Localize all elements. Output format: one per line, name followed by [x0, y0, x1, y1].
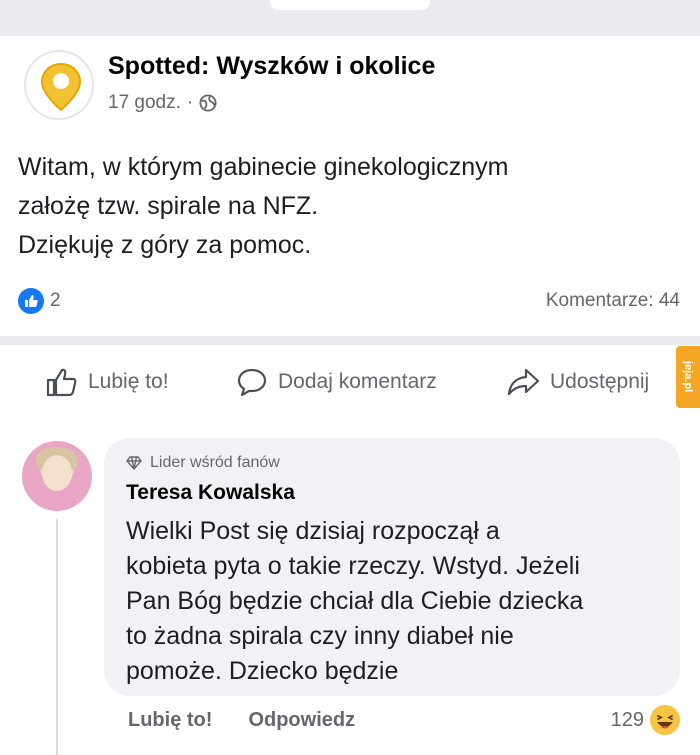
comment-text-line: to żadna spirala czy inny diabeł nie	[126, 622, 514, 650]
comment-actions: Lubię to! Odpowiedz	[128, 709, 355, 732]
top-pill	[270, 0, 430, 10]
comment-like-button[interactable]: Lubię to!	[128, 709, 212, 732]
like-button-label: Lubię to!	[88, 370, 169, 393]
comments-count[interactable]: Komentarze: 44	[546, 290, 680, 312]
post-text-line: założę tzw. spirale na NFZ.	[18, 192, 319, 220]
post-card: Spotted: Wyszków i okolice 17 godz. · Wi…	[0, 36, 700, 336]
speech-bubble-icon	[237, 368, 267, 397]
post-text: Witam, w którym gabinecie ginekologiczny…	[18, 148, 658, 265]
page-avatar[interactable]	[24, 50, 94, 120]
post-reactions[interactable]: 2	[18, 288, 61, 314]
share-button-label: Udostępnij	[550, 370, 650, 393]
avatar-face	[42, 455, 72, 491]
comment-button[interactable]: Dodaj komentarz	[236, 367, 437, 397]
jeja-watermark: jeja.pl	[676, 346, 700, 408]
share-arrow-icon	[507, 368, 540, 396]
comment-reply-button[interactable]: Odpowiedz	[248, 709, 355, 732]
top-bar	[0, 0, 700, 36]
post-time[interactable]: 17 godz.	[108, 92, 181, 114]
comment-text: Wielki Post się dzisiaj rozpoczął a kobi…	[126, 514, 666, 689]
commenter-name[interactable]: Teresa Kowalska	[126, 481, 295, 505]
like-button[interactable]: Lubię to!	[46, 367, 169, 397]
post-text-line: Dziękuję z góry za pomoc.	[18, 231, 312, 259]
post-text-line: Witam, w którym gabinecie ginekologiczny…	[18, 153, 509, 181]
page-name[interactable]: Spotted: Wyszków i okolice	[108, 52, 435, 81]
diamond-icon	[126, 456, 142, 470]
location-pin-icon	[40, 62, 82, 112]
top-fan-label: Lider wśród fanów	[150, 454, 280, 471]
comment-text-line: pomoże. Dziecko będzie	[126, 657, 399, 685]
post-meta: 17 godz. ·	[108, 92, 217, 114]
share-button[interactable]: Udostępnij	[506, 367, 649, 397]
comment-text-line: Pan Bóg będzie chciał dla Ciebie dziecka	[126, 587, 584, 615]
comment-section: Lider wśród fanów Teresa Kowalska Wielki…	[0, 423, 700, 755]
meta-separator: ·	[186, 92, 194, 113]
like-reaction-icon	[18, 288, 44, 314]
action-bar: Lubię to! Dodaj komentarz Udostępnij	[0, 345, 700, 423]
comment-reactions[interactable]: 129	[611, 705, 680, 735]
commenter-avatar[interactable]	[22, 441, 92, 511]
globe-icon	[199, 94, 217, 112]
comment-text-line: kobieta pyta o takie rzeczy. Wstyd. Jeże…	[126, 552, 580, 580]
like-count: 2	[50, 290, 61, 311]
comment-bubble: Lider wśród fanów Teresa Kowalska Wielki…	[104, 438, 680, 696]
top-fan-badge: Lider wśród fanów	[126, 454, 280, 472]
comment-reaction-count: 129	[610, 708, 644, 731]
thumbs-up-icon	[46, 368, 77, 397]
haha-emoji-icon	[650, 705, 680, 735]
thread-line	[56, 519, 58, 755]
comment-text-line: Wielki Post się dzisiaj rozpoczął a	[126, 517, 500, 545]
comment-button-label: Dodaj komentarz	[278, 370, 437, 393]
